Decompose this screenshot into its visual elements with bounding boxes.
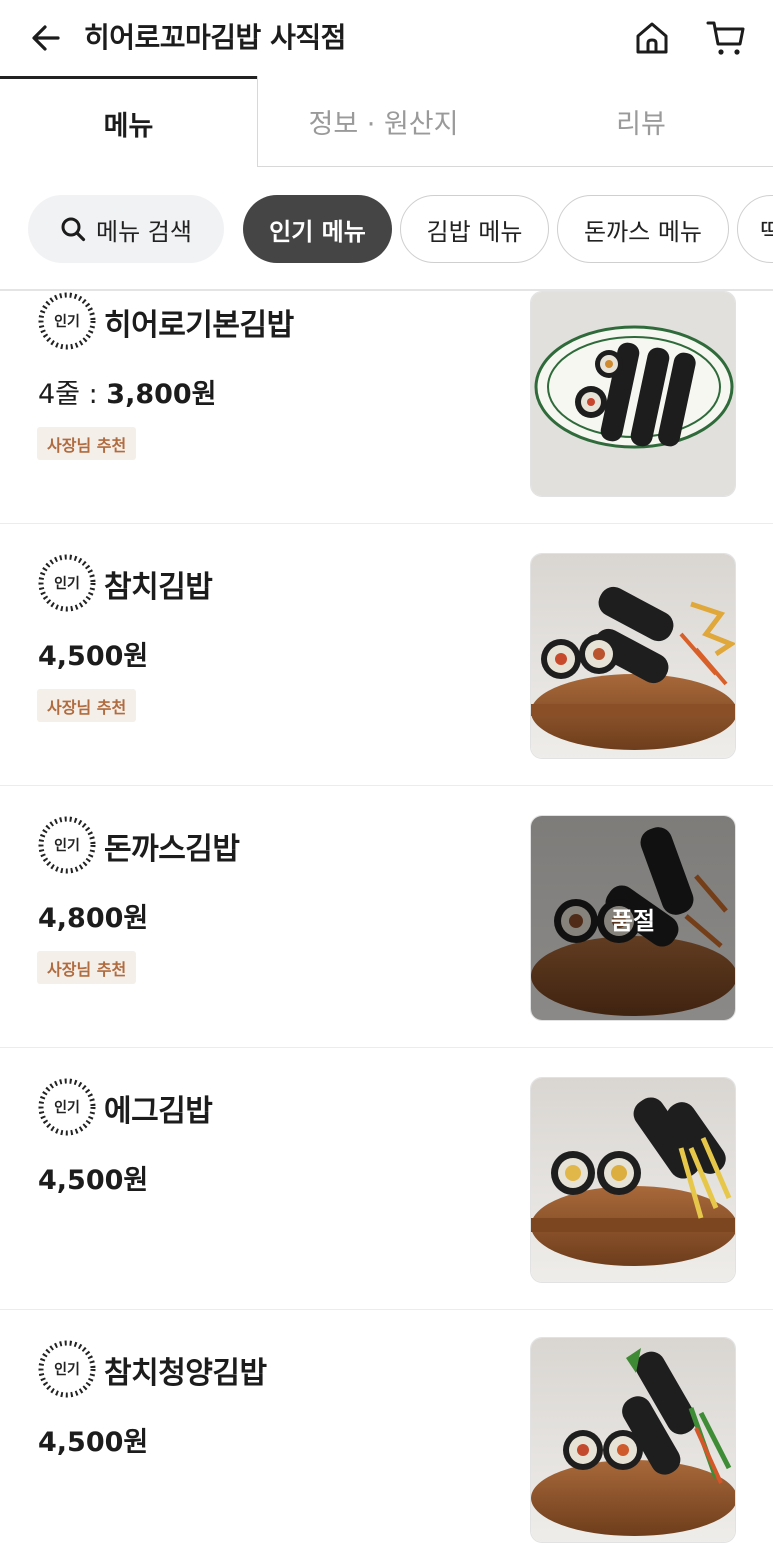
item-name: 돈까스김밥 <box>104 832 240 867</box>
menu-search-button[interactable]: 메뉴 검색 <box>28 195 224 263</box>
popular-badge: 인기 <box>36 1076 98 1138</box>
menu-item[interactable]: 인기 참치청양김밥 4,500원 <box>0 1310 773 1543</box>
chip-gimbap-menu[interactable]: 김밥 메뉴 <box>400 195 549 263</box>
home-button[interactable] <box>630 18 674 58</box>
recommend-tag: 사장님 추천 <box>37 427 137 460</box>
item-price: 4줄 : 3,800원 <box>38 379 217 410</box>
tab-reviews[interactable]: 리뷰 <box>509 76 773 167</box>
chip-tteok-menu[interactable]: 떡 <box>737 195 773 263</box>
menu-search-label: 메뉴 검색 <box>96 217 192 246</box>
cart-button[interactable] <box>702 16 750 60</box>
item-price: 4,500원 <box>38 1427 149 1458</box>
item-name: 참치김밥 <box>104 570 213 605</box>
store-title: 히어로꼬마김밥 사직점 <box>84 21 346 54</box>
arrow-left-icon <box>32 25 60 51</box>
tab-bar: 메뉴 정보 · 원산지 리뷰 <box>0 76 773 167</box>
chip-donkatsu-menu[interactable]: 돈까스 메뉴 <box>557 195 729 263</box>
item-photo[interactable] <box>530 291 736 497</box>
item-price: 4,500원 <box>38 641 149 672</box>
item-photo[interactable] <box>530 1077 736 1283</box>
menu-item[interactable]: 인기 돈까스김밥 4,800원 사장님 추천 품절 <box>0 786 773 1048</box>
chip-popular-menu[interactable]: 인기 메뉴 <box>243 195 392 263</box>
item-name: 참치청양김밥 <box>104 1356 267 1391</box>
item-name: 히어로기본김밥 <box>104 308 294 343</box>
popular-badge: 인기 <box>36 814 98 876</box>
popular-badge: 인기 <box>36 552 98 614</box>
item-price: 4,800원 <box>38 903 149 934</box>
tab-info-origin[interactable]: 정보 · 원산지 <box>257 76 509 167</box>
app-header: 히어로꼬마김밥 사직점 <box>0 0 773 76</box>
menu-item[interactable]: 인기 에그김밥 4,500원 <box>0 1048 773 1310</box>
item-photo[interactable]: 품절 <box>530 815 736 1021</box>
popular-badge: 인기 <box>36 290 98 352</box>
menu-item[interactable]: 인기 히어로기본김밥 4줄 : 3,800원 사장님 추천 <box>0 262 773 524</box>
item-photo[interactable] <box>530 553 736 759</box>
cart-icon <box>706 21 745 55</box>
home-icon <box>636 22 668 54</box>
recommend-tag: 사장님 추천 <box>37 951 137 984</box>
item-price: 4,500원 <box>38 1165 149 1196</box>
back-button[interactable] <box>26 18 66 58</box>
soldout-overlay: 품절 <box>531 816 735 1020</box>
tab-menu[interactable]: 메뉴 <box>0 76 257 167</box>
item-photo[interactable] <box>530 1337 736 1543</box>
recommend-tag: 사장님 추천 <box>37 689 137 722</box>
search-icon <box>60 216 86 242</box>
popular-badge: 인기 <box>36 1338 98 1400</box>
item-name: 에그김밥 <box>104 1094 213 1129</box>
menu-item[interactable]: 인기 참치김밥 4,500원 사장님 추천 <box>0 524 773 786</box>
